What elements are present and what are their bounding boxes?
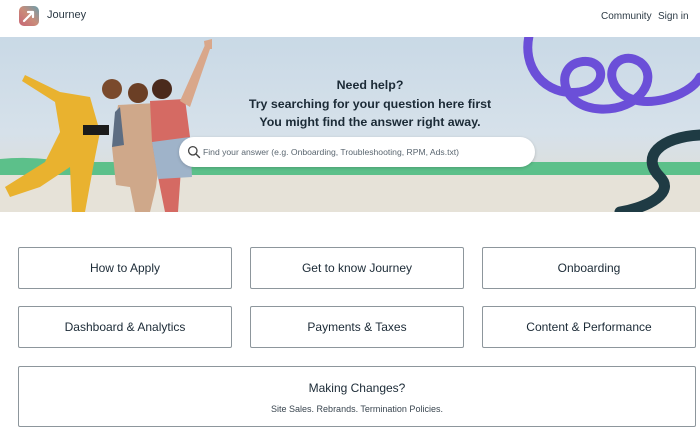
hero-banner: Need help? Try searching for your questi…	[0, 37, 700, 212]
card-making-changes[interactable]: Making Changes? Site Sales. Rebrands. Te…	[18, 366, 696, 427]
search-icon	[187, 145, 201, 159]
hero-line-2: Try searching for your question here fir…	[248, 96, 492, 111]
brand-link[interactable]: Journey	[47, 9, 86, 21]
card-onboarding[interactable]: Onboarding	[482, 247, 696, 289]
hero-heading: Need help? Try searching for your questi…	[200, 76, 540, 132]
nav-community-link[interactable]: Community	[601, 11, 652, 22]
card-label: Content & Performance	[526, 320, 652, 334]
card-subtitle: Site Sales. Rebrands. Termination Polici…	[271, 404, 443, 414]
card-label: Dashboard & Analytics	[64, 320, 186, 334]
card-get-to-know-journey[interactable]: Get to know Journey	[250, 247, 464, 289]
card-label: Payments & Taxes	[307, 320, 407, 334]
card-payments-taxes[interactable]: Payments & Taxes	[250, 306, 464, 348]
card-title: Making Changes?	[308, 381, 406, 395]
card-label: Onboarding	[557, 261, 621, 275]
card-dashboard-analytics[interactable]: Dashboard & Analytics	[18, 306, 232, 348]
journey-logo-icon[interactable]	[19, 6, 39, 26]
hero-line-3: You might find the answer right away.	[259, 115, 481, 129]
card-label: How to Apply	[89, 261, 161, 275]
card-content-performance[interactable]: Content & Performance	[482, 306, 696, 348]
card-how-to-apply[interactable]: How to Apply	[18, 247, 232, 289]
nav-signin-link[interactable]: Sign in	[658, 11, 689, 22]
hero-line-1: Need help?	[336, 78, 404, 92]
card-label: Get to know Journey	[301, 261, 413, 275]
search-bar[interactable]	[179, 137, 535, 167]
site-header: Journey Community Sign in	[0, 0, 700, 37]
search-input[interactable]	[203, 137, 523, 167]
